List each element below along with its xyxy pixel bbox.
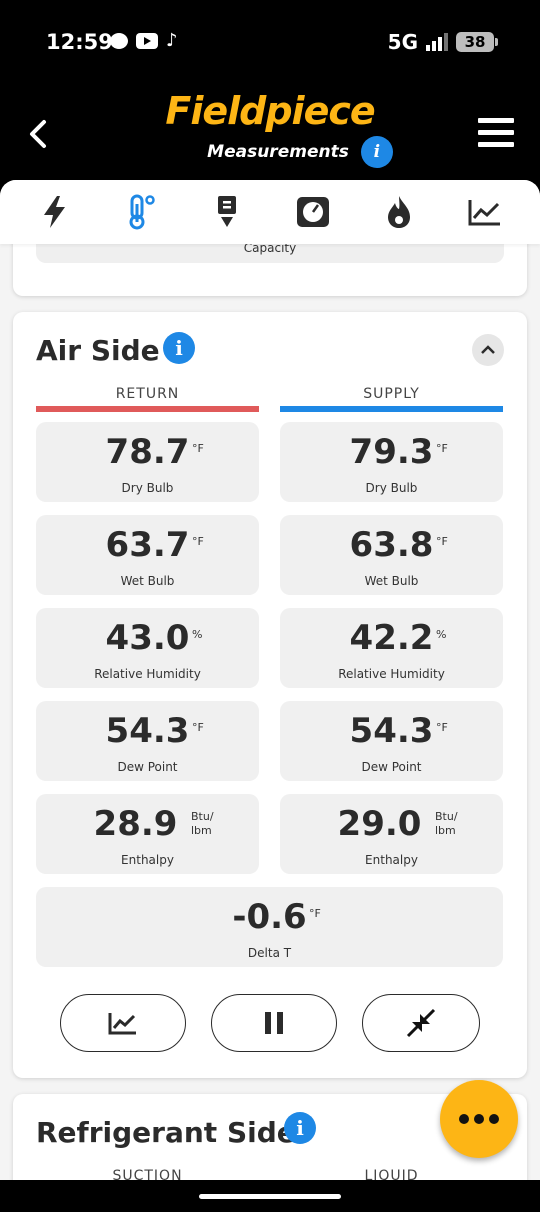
measurement-value: 78.7 (105, 432, 190, 472)
download-icon (218, 196, 236, 227)
message-icon (110, 33, 128, 49)
info-icon[interactable]: i (284, 1112, 316, 1144)
measurement-label: Enthalpy (365, 853, 418, 867)
bolt-icon (44, 196, 65, 228)
network-type: 5G (387, 30, 418, 54)
collapse-button[interactable] (472, 334, 504, 366)
more-dots-icon (459, 1114, 469, 1124)
tab-combustion[interactable] (377, 190, 421, 234)
measurement-unit: Btu/ lbm (435, 810, 458, 837)
tool-tabbar (0, 180, 540, 244)
more-options-button[interactable] (440, 1080, 518, 1158)
measurement-value: 43.0 (105, 618, 190, 658)
fieldpiece-logo: Fieldpiece (165, 89, 375, 133)
supply-header: SUPPLY (363, 386, 420, 402)
measurement-value: 54.3 (105, 711, 190, 751)
supply-color-bar (280, 406, 503, 412)
measurement-label: Wet Bulb (120, 574, 175, 588)
measurement-label: Wet Bulb (364, 574, 419, 588)
flame-icon (388, 196, 410, 228)
air-side-card: Air Side i RETURN SUPPLY 78.7 °F Dry Bul… (13, 312, 527, 1078)
measurement-unit: °F (192, 535, 204, 548)
return-dew-point[interactable]: 54.3 °F Dew Point (36, 701, 259, 781)
return-dry-bulb[interactable]: 78.7 °F Dry Bulb (36, 422, 259, 502)
suction-header: SUCTION (112, 1168, 183, 1180)
measurement-label: Relative Humidity (338, 667, 445, 681)
measurement-unit: °F (192, 721, 204, 734)
measurement-label: Relative Humidity (94, 667, 201, 681)
info-icon[interactable]: i (360, 136, 393, 168)
measurement-label: Dry Bulb (365, 481, 418, 495)
measurement-value: 42.2 (349, 618, 434, 658)
home-indicator[interactable] (199, 1194, 341, 1199)
pause-button[interactable] (211, 994, 337, 1052)
measurement-label: Dry Bulb (121, 481, 174, 495)
measurement-label: Dew Point (117, 760, 178, 774)
supply-relative-humidity[interactable]: 42.2 % Relative Humidity (280, 608, 503, 688)
tiktok-icon: ♪ (166, 30, 178, 51)
measurement-value: 54.3 (349, 711, 434, 751)
liquid-header: LIQUID (364, 1168, 419, 1180)
tab-gauges[interactable] (291, 190, 335, 234)
measurement-unit: °F (192, 442, 204, 455)
measurement-unit: °F (436, 535, 448, 548)
measurement-unit: °F (436, 721, 448, 734)
info-icon[interactable]: i (163, 332, 195, 364)
app-content: Capacity Air Side i RETURN SUPPLY 78.7 °… (0, 180, 540, 1180)
measurement-label: Enthalpy (121, 853, 174, 867)
measurement-value: 63.7 (105, 525, 190, 565)
supply-dew-point[interactable]: 54.3 °F Dew Point (280, 701, 503, 781)
supply-dry-bulb[interactable]: 79.3 °F Dry Bulb (280, 422, 503, 502)
measurement-value: 63.8 (349, 525, 434, 565)
trend-button[interactable] (60, 994, 186, 1052)
measurement-value: 79.3 (349, 432, 434, 472)
collapse-arrows-icon (406, 1008, 436, 1038)
delta-t[interactable]: -0.6 °F Delta T (36, 887, 503, 967)
pause-icon (265, 1012, 283, 1034)
measurement-unit: °F (309, 907, 321, 920)
tab-download[interactable] (205, 190, 249, 234)
return-color-bar (36, 406, 259, 412)
return-wet-bulb[interactable]: 63.7 °F Wet Bulb (36, 515, 259, 595)
supply-enthalpy[interactable]: 29.0 Btu/ lbm Enthalpy (280, 794, 503, 874)
refrigerant-side-title: Refrigerant Side (36, 1116, 296, 1149)
measurement-unit: Btu/ lbm (191, 810, 214, 837)
collapse-view-button[interactable] (362, 994, 480, 1052)
air-side-title: Air Side (36, 334, 160, 367)
trend-chart-icon (108, 1013, 136, 1035)
tab-electrical[interactable] (33, 190, 77, 234)
chevron-up-icon (481, 345, 495, 354)
measurement-value: 29.0 (337, 804, 422, 844)
tab-temperature[interactable] (119, 190, 163, 234)
hamburger-menu-icon[interactable] (478, 118, 514, 148)
thermometer-icon (129, 194, 155, 230)
app-header: Fieldpiece Measurements i (0, 88, 540, 180)
header-subtitle: Measurements i (0, 136, 540, 168)
battery-icon: 38 (456, 32, 498, 52)
return-relative-humidity[interactable]: 43.0 % Relative Humidity (36, 608, 259, 688)
measurement-label: Delta T (247, 946, 292, 960)
trend-chart-icon (468, 200, 500, 226)
brand: Fieldpiece Measurements i (0, 88, 540, 168)
page-title: Measurements (207, 142, 349, 162)
supply-wet-bulb[interactable]: 63.8 °F Wet Bulb (280, 515, 503, 595)
signal-icon (426, 33, 448, 51)
status-app-icons: ♪ (110, 30, 178, 51)
system-nav-bar (0, 1180, 540, 1212)
status-time: 12:59 (46, 30, 113, 54)
measurement-label: Dew Point (361, 760, 422, 774)
measurement-value: -0.6 (232, 897, 307, 937)
status-right: 5G 38 (387, 30, 498, 54)
return-header: RETURN (115, 386, 180, 402)
gauge-icon (297, 197, 329, 227)
measurement-value: 28.9 (93, 804, 178, 844)
measurement-unit: °F (436, 442, 448, 455)
measurement-unit: % (436, 628, 447, 641)
tab-trends[interactable] (463, 190, 507, 234)
status-bar: 12:59 ♪ 5G 38 (0, 0, 540, 88)
measurement-unit: % (192, 628, 203, 641)
youtube-icon (136, 33, 158, 49)
return-enthalpy[interactable]: 28.9 Btu/ lbm Enthalpy (36, 794, 259, 874)
